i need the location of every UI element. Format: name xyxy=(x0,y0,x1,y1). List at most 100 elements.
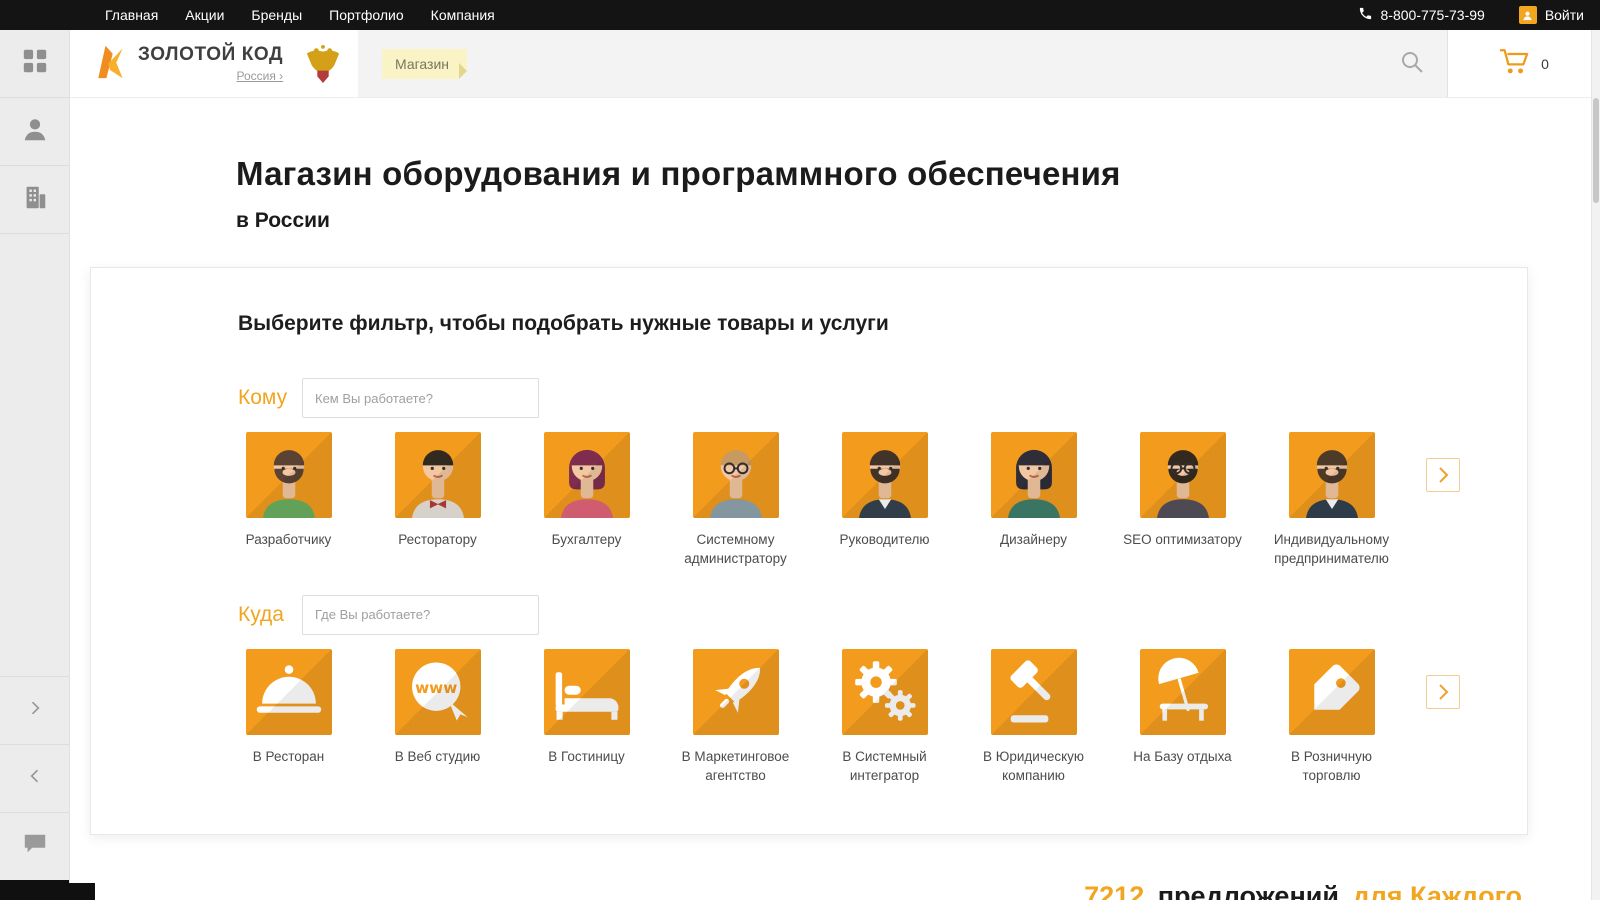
tile-label: SEO оптимизатору xyxy=(1123,532,1242,547)
avatar-developer xyxy=(245,432,332,518)
page-title: Магазин оборудования и программного обес… xyxy=(236,155,1121,192)
page-scrollbar[interactable] xyxy=(1591,30,1600,900)
left-sidebar xyxy=(0,30,70,900)
rocket-icon xyxy=(692,648,779,735)
tag-icon xyxy=(1288,648,1375,735)
where-filter-row: Куда xyxy=(238,594,1501,635)
logo[interactable]: ЗОЛОТОЙ КОД Россия xyxy=(70,30,288,97)
cart-icon xyxy=(1499,48,1529,80)
nav-company[interactable]: Компания xyxy=(431,7,495,23)
chevron-right-icon xyxy=(1431,680,1455,704)
tile-label: Разработчику xyxy=(245,532,332,547)
sidebar-catalog-button[interactable] xyxy=(0,30,69,98)
sidebar-clients-button[interactable] xyxy=(0,98,69,166)
tile-tag-icon[interactable]: В Розничную торговлю xyxy=(1257,648,1406,786)
tile-avatar-manager[interactable]: Руководителю xyxy=(810,432,959,569)
tile-avatar-restaurateur[interactable]: Ресторатору xyxy=(363,432,512,569)
page-subtitle: в России xyxy=(236,209,330,232)
tile-label: В Юридическую компанию xyxy=(982,748,1085,783)
avatar-sysadmin xyxy=(692,432,779,518)
user-icon xyxy=(1518,6,1537,24)
tile-avatar-developer[interactable]: Разработчику xyxy=(214,432,363,569)
whom-input[interactable] xyxy=(302,378,539,418)
where-input[interactable] xyxy=(302,594,539,635)
whom-next-button[interactable] xyxy=(1426,458,1460,492)
where-label: Куда xyxy=(238,602,284,626)
gavel-icon xyxy=(990,648,1077,735)
top-navigation: Главная Акции Бренды Портфолио Компания xyxy=(105,7,495,23)
tile-rocket-icon[interactable]: В Маркетинговое агентство xyxy=(661,648,810,786)
tile-label: Индивидуальному предпринимателю xyxy=(1273,532,1390,566)
where-next-button[interactable] xyxy=(1426,674,1460,709)
region-link[interactable]: Россия xyxy=(236,69,283,83)
www-icon: www xyxy=(394,648,481,735)
avatar-manager xyxy=(841,432,928,518)
tile-label: В Системный интегратор xyxy=(842,748,927,783)
tile-avatar-designer[interactable]: Дизайнеру xyxy=(959,432,1108,569)
header-tab-strip: Магазин xyxy=(358,30,1447,97)
tile-avatar-seo[interactable]: SEO оптимизатору xyxy=(1108,432,1257,569)
whom-tiles-row: Разработчику Ресторатору Бухгалтеру Системн… xyxy=(214,432,1501,569)
search-icon xyxy=(1399,49,1425,78)
main: Магазин оборудования и программного обес… xyxy=(70,155,1600,900)
whom-tiles: Разработчику Ресторатору Бухгалтеру Системн… xyxy=(214,432,1406,569)
nav-portfolio[interactable]: Портфолио xyxy=(329,7,404,23)
phone-icon xyxy=(1358,6,1373,24)
tile-bed-icon[interactable]: В Гостиницу xyxy=(512,648,661,786)
whom-filter-row: Кому xyxy=(238,378,1501,418)
tile-label: Руководителю xyxy=(839,532,930,547)
phone-number: 8-800-775-73-99 xyxy=(1380,7,1485,23)
beach-icon xyxy=(1139,648,1226,735)
tile-label: В Маркетинговое агентство xyxy=(681,748,790,783)
filter-card: Выберите фильтр, чтобы подобрать нужные … xyxy=(90,267,1528,835)
tile-label: Бухгалтеру xyxy=(551,532,622,547)
cart-button[interactable]: 0 xyxy=(1447,30,1600,97)
avatar-designer xyxy=(990,432,1077,518)
footer-strip xyxy=(0,883,95,900)
scrollbar-thumb[interactable] xyxy=(1593,98,1599,203)
russia-emblem-icon[interactable] xyxy=(288,30,358,97)
sidebar-prev-button[interactable] xyxy=(0,744,69,812)
tile-label: Системному администратору xyxy=(684,532,787,566)
tile-www-icon[interactable]: www В Веб студию xyxy=(363,648,512,786)
tile-label: Ресторатору xyxy=(398,532,477,547)
login-button[interactable]: Войти xyxy=(1518,6,1584,24)
site-header: ЗОЛОТОЙ КОД Россия Магазин 0 xyxy=(70,30,1600,98)
nav-brands[interactable]: Бренды xyxy=(251,7,302,23)
tile-label: На Базу отдыха xyxy=(1133,748,1232,764)
avatar-accountant xyxy=(543,432,630,518)
tile-label: В Розничную торговлю xyxy=(1290,748,1373,783)
tile-gavel-icon[interactable]: В Юридическую компанию xyxy=(959,648,1108,786)
filter-heading: Выберите фильтр, чтобы подобрать нужные … xyxy=(238,312,889,335)
chevron-right-icon xyxy=(1431,463,1455,487)
content-area: ЗОЛОТОЙ КОД Россия Магазин 0 Магазин обо… xyxy=(70,30,1600,900)
tile-avatar-sysadmin[interactable]: Системному администратору xyxy=(661,432,810,569)
chevron-right-icon xyxy=(25,698,45,723)
offers-count: 7212 xyxy=(1084,880,1145,900)
nav-promotions[interactable]: Акции xyxy=(185,7,224,23)
sidebar-next-button[interactable] xyxy=(0,676,69,744)
logo-mark-icon xyxy=(92,41,128,86)
tile-beach-icon[interactable]: На Базу отдыха xyxy=(1108,648,1257,786)
building-icon xyxy=(21,183,49,216)
sidebar-chat-button[interactable] xyxy=(0,812,69,880)
tile-avatar-accountant[interactable]: Бухгалтеру xyxy=(512,432,661,569)
offers-tail: для Каждого xyxy=(1352,880,1522,900)
tile-cloche-icon[interactable]: В Ресторан xyxy=(214,648,363,786)
nav-home[interactable]: Главная xyxy=(105,7,158,23)
tab-shop[interactable]: Магазин xyxy=(382,48,468,79)
where-tiles-row: В Ресторан www В Веб студию В Гостиницу В Ма… xyxy=(214,648,1501,786)
phone-contact[interactable]: 8-800-775-73-99 xyxy=(1358,6,1485,24)
tile-avatar-entrepreneur[interactable]: Индивидуальному предпринимателю xyxy=(1257,432,1406,569)
sidebar-company-button[interactable] xyxy=(0,166,69,234)
search-button[interactable] xyxy=(1399,49,1425,78)
cloche-icon xyxy=(245,648,332,735)
tile-gears-icon[interactable]: В Системный интегратор xyxy=(810,648,959,786)
avatar-entrepreneur xyxy=(1288,432,1375,518)
offers-summary: 7212 предложений для Каждого xyxy=(70,881,1600,900)
chevron-left-icon xyxy=(25,766,45,791)
avatar-seo xyxy=(1139,432,1226,518)
cart-count: 0 xyxy=(1541,55,1549,72)
chat-icon xyxy=(22,831,48,862)
